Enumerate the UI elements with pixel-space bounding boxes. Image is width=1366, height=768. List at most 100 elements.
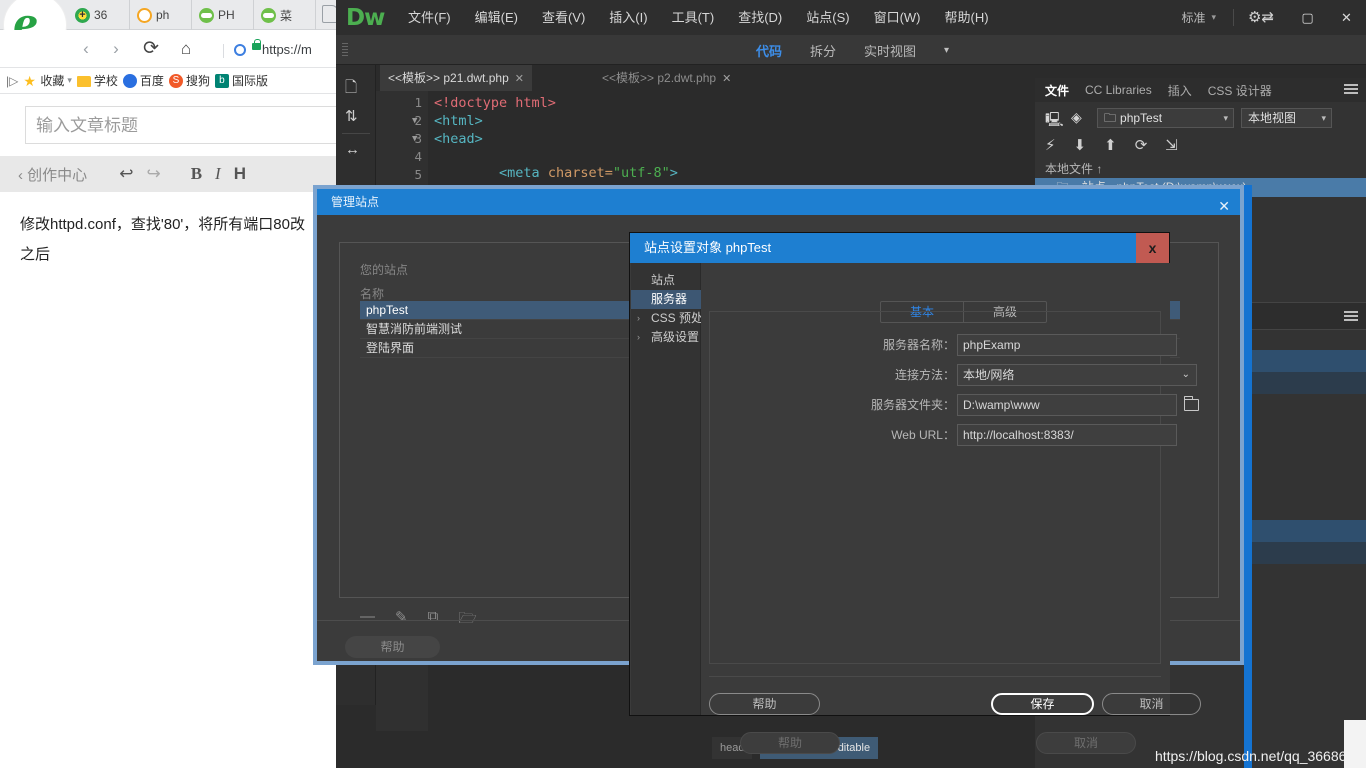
- chevron-down-icon: ▾: [67, 75, 72, 85]
- italic-button[interactable]: I: [215, 164, 221, 184]
- bg-help-button[interactable]: 帮助: [740, 732, 840, 754]
- bookmark-favorites[interactable]: ★ 收藏 ▾: [23, 72, 72, 89]
- divider: [1233, 9, 1234, 26]
- sort-asc-icon[interactable]: ↑: [1096, 162, 1102, 176]
- menu-tools[interactable]: 工具(T): [660, 0, 727, 35]
- bookmark-label: 学校: [93, 74, 118, 88]
- sort-icon[interactable]: ⇅: [345, 107, 358, 125]
- connect-icon[interactable]: 🖳: [1045, 109, 1064, 133]
- server-folder-input[interactable]: D:\wamp\www: [957, 394, 1177, 416]
- view-select[interactable]: 本地视图 ▾: [1241, 108, 1332, 128]
- line-number: 4: [414, 149, 422, 164]
- site-help-button[interactable]: 帮助: [709, 693, 820, 715]
- article-title-input[interactable]: 输入文章标题: [25, 106, 355, 144]
- view-mode-code[interactable]: 代码: [756, 41, 782, 60]
- redo-icon[interactable]: ↪: [146, 164, 160, 184]
- get-icon[interactable]: ⬇: [1074, 136, 1087, 154]
- panel-tab-files[interactable]: 文件: [1045, 82, 1069, 99]
- panel-tab-cc-libraries[interactable]: CC Libraries: [1085, 83, 1152, 97]
- resize-icon[interactable]: ↔: [345, 141, 360, 158]
- bold-button[interactable]: B: [191, 164, 202, 184]
- field-label: Web URL：: [891, 428, 955, 442]
- browser-window: 36 ph PH 菜 ℯ ‹ › ⟳ ⌂ http: [0, 0, 355, 768]
- code-line-1: <!doctype html>: [434, 95, 556, 111]
- bookmark-baidu[interactable]: 百度: [122, 72, 164, 89]
- reload-icon[interactable]: ⟳: [140, 38, 162, 60]
- put-icon[interactable]: ⬆: [1104, 136, 1117, 154]
- site-cancel-button[interactable]: 取消: [1102, 693, 1201, 715]
- code-fold-toggle[interactable]: ▼: [412, 134, 417, 144]
- browser-tab-0[interactable]: 36: [68, 0, 130, 30]
- code-fold-toggle[interactable]: ▼: [412, 116, 417, 126]
- close-button[interactable]: ✕: [1327, 0, 1366, 35]
- view-mode-split[interactable]: 拆分: [810, 41, 836, 60]
- forward-arrow-icon[interactable]: ›: [105, 38, 127, 60]
- folder-browse-icon[interactable]: [1183, 396, 1199, 411]
- minimize-button[interactable]: ─: [1249, 0, 1288, 35]
- undo-icon[interactable]: ↩: [119, 164, 133, 184]
- view-mode-live[interactable]: 实时视图: [864, 41, 916, 60]
- menu-help[interactable]: 帮助(H): [933, 0, 1001, 35]
- shield-icon[interactable]: [234, 44, 246, 56]
- workspace-label: 标准: [1181, 11, 1206, 25]
- drag-handle[interactable]: [342, 43, 348, 57]
- nav-item-servers[interactable]: 服务器: [631, 290, 701, 309]
- panel-tab-insert[interactable]: 插入: [1168, 82, 1192, 99]
- manage-sites-help-button[interactable]: 帮助: [345, 636, 440, 658]
- nav-item-advanced-settings[interactable]: › 高级设置: [631, 328, 701, 347]
- connect-icon[interactable]: ⚡: [1045, 136, 1056, 154]
- chevron-right-icon[interactable]: |▷: [6, 74, 18, 88]
- workspace-switcher[interactable]: 标准 ▾: [1181, 0, 1216, 35]
- site-select[interactable]: 🗀 phpTest ▾: [1097, 108, 1234, 128]
- browser-tab-2[interactable]: PH: [192, 0, 254, 30]
- menu-insert[interactable]: 插入(I): [597, 0, 659, 35]
- article-body-text[interactable]: 修改httpd.conf，查找'80'，将所有端口80改 之后: [0, 192, 340, 768]
- close-icon[interactable]: ✕: [515, 73, 524, 85]
- close-icon[interactable]: x: [1136, 233, 1169, 263]
- opera-icon: [137, 7, 152, 23]
- doc-tab-p21[interactable]: <<模板>> p21.dwt.php ✕: [380, 65, 532, 91]
- browser-tab-1[interactable]: ph: [130, 0, 192, 30]
- heading-button[interactable]: H: [234, 164, 246, 184]
- address-bar[interactable]: https://m: [262, 42, 312, 57]
- browser-tab-label: ph: [156, 8, 170, 22]
- site-save-button[interactable]: 保存: [991, 693, 1094, 715]
- home-icon[interactable]: ⌂: [175, 38, 197, 60]
- 360-icon: [75, 7, 90, 23]
- baidu-icon: [122, 73, 137, 88]
- nav-item-site[interactable]: 站点: [631, 271, 701, 290]
- nav-item-css-preprocessor[interactable]: › CSS 预处理器: [631, 309, 727, 328]
- panel-menu-icon[interactable]: [1344, 84, 1358, 95]
- creation-center-link[interactable]: ‹ 创作中心: [18, 164, 87, 185]
- divider: [342, 133, 370, 134]
- maximize-button[interactable]: ▢: [1288, 0, 1327, 35]
- bookmark-bing[interactable]: b 国际版: [214, 72, 268, 89]
- git-icon[interactable]: ◈: [1071, 109, 1082, 126]
- connection-method-select[interactable]: 本地/网络 ⌄: [957, 364, 1197, 386]
- chevron-right-icon[interactable]: ›: [637, 309, 640, 328]
- menu-site[interactable]: 站点(S): [794, 0, 861, 35]
- server-name-input[interactable]: phpExamp: [957, 334, 1177, 356]
- expand-icon[interactable]: ⇲: [1165, 136, 1178, 154]
- menu-edit[interactable]: 编辑(E): [463, 0, 530, 35]
- refresh-icon[interactable]: ⟳: [1135, 136, 1148, 154]
- back-arrow-icon[interactable]: ‹: [75, 38, 97, 60]
- editor-toolbar: ‹ 创作中心 ↩ ↪ B I H: [0, 156, 340, 192]
- bookmark-sogou[interactable]: S 搜狗: [168, 72, 210, 89]
- chevron-right-icon[interactable]: ›: [637, 328, 640, 347]
- panel-tab-css-designer[interactable]: CSS 设计器: [1208, 82, 1272, 99]
- bg-cancel-button[interactable]: 取消: [1036, 732, 1136, 754]
- panel-menu-icon[interactable]: [1344, 311, 1358, 322]
- browser-tab-3[interactable]: 菜: [254, 0, 316, 30]
- bookmark-school[interactable]: 学校: [76, 72, 118, 89]
- web-url-input[interactable]: http://localhost:8383/: [957, 424, 1177, 446]
- chevron-down-icon[interactable]: ▾: [944, 45, 949, 56]
- star-icon: ★: [23, 72, 36, 89]
- menu-view[interactable]: 查看(V): [530, 0, 597, 35]
- doc-tab-p2[interactable]: <<模板>> p2.dwt.php ✕: [594, 65, 739, 91]
- page-icon[interactable]: 🗋: [345, 77, 357, 102]
- menu-file[interactable]: 文件(F): [396, 0, 463, 35]
- menu-window[interactable]: 窗口(W): [862, 0, 933, 35]
- menu-find[interactable]: 查找(D): [726, 0, 794, 35]
- close-icon[interactable]: ✕: [722, 73, 731, 85]
